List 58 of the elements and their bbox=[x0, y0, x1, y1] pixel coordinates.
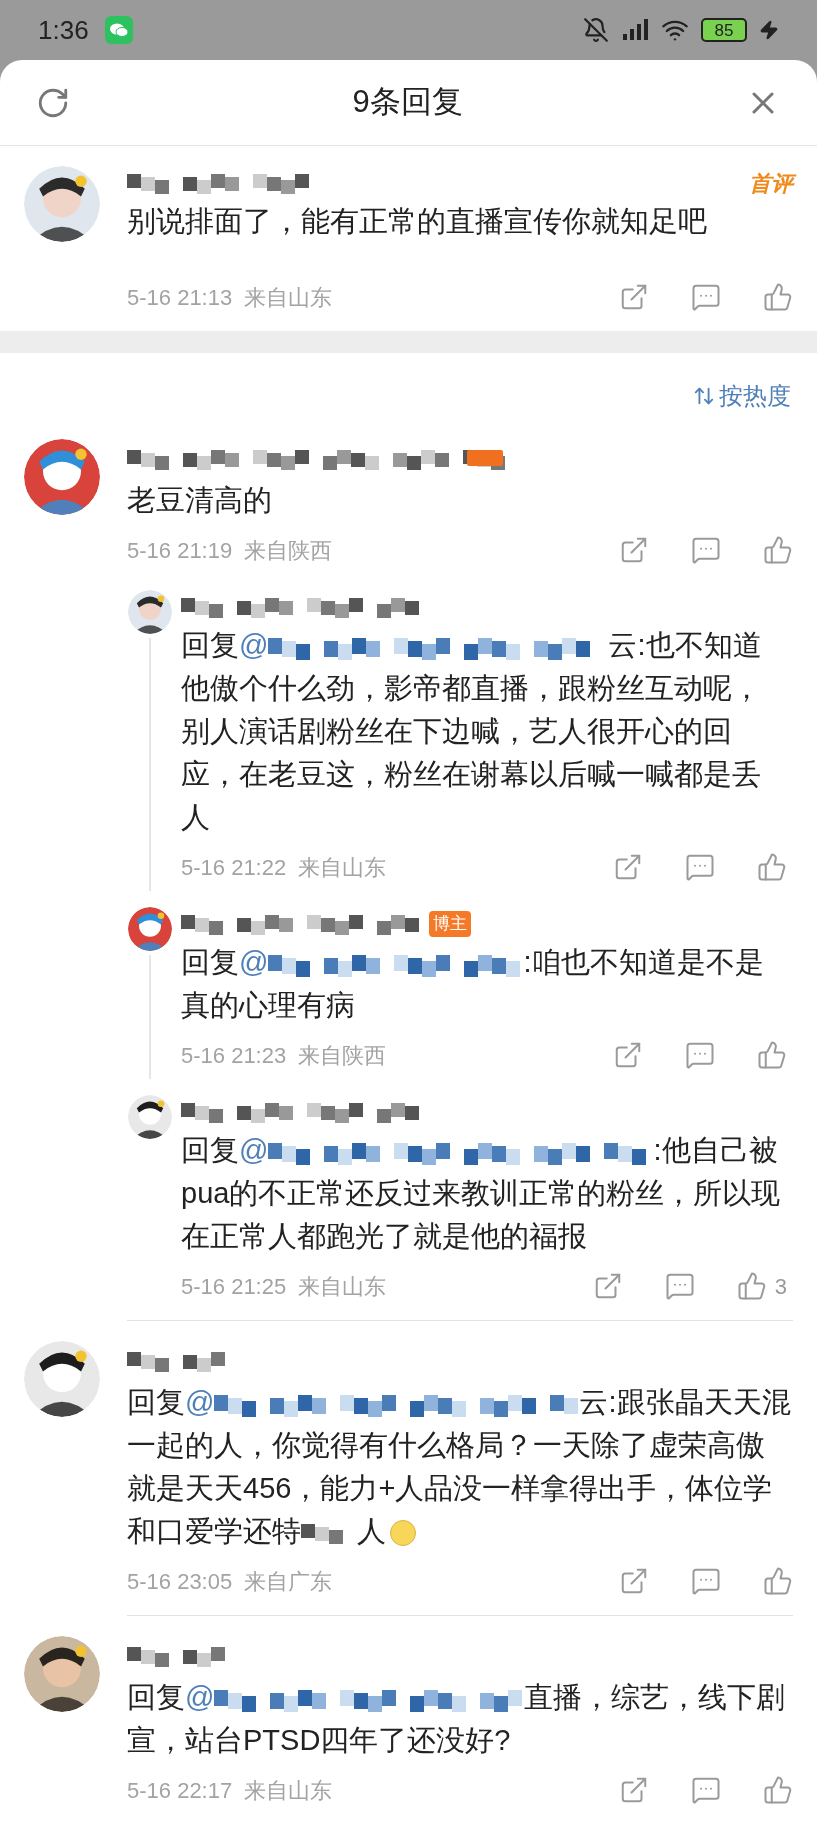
status-time: 1:36 bbox=[38, 13, 89, 47]
mention-link[interactable]: @ bbox=[239, 1134, 654, 1166]
mention-link[interactable]: @ bbox=[239, 629, 609, 661]
charging-icon bbox=[759, 20, 779, 40]
mute-icon bbox=[583, 17, 609, 43]
comment-time: 5-16 21:22 bbox=[181, 853, 287, 882]
share-icon[interactable] bbox=[619, 535, 649, 565]
comment-icon[interactable] bbox=[691, 1775, 721, 1805]
comment-location: 来自山东 bbox=[244, 283, 333, 312]
share-icon[interactable] bbox=[613, 852, 643, 882]
comment-time: 5-16 23:05 bbox=[127, 1567, 233, 1596]
comment-location: 来自山东 bbox=[298, 853, 387, 882]
emoji-icon bbox=[390, 1520, 416, 1547]
signal-icon bbox=[621, 18, 649, 42]
comment-text: 回复@ 云:也不知道他傲个什么劲，影帝都直播，跟粉丝互动呢，别人演话剧粉丝在下边喊，艺人很开心的回应，在老豆这，粉丝在谢幕以后喊一喊都是丢人 bbox=[181, 628, 763, 835]
mention-link[interactable]: @ bbox=[185, 1386, 580, 1418]
like-icon[interactable] bbox=[736, 1271, 767, 1301]
comment-time: 5-16 21:13 bbox=[127, 283, 233, 312]
comment-location: 来自广东 bbox=[244, 1567, 333, 1596]
sort-icon bbox=[693, 385, 715, 407]
like-icon[interactable] bbox=[757, 852, 787, 882]
comment-location: 来自陕西 bbox=[244, 536, 333, 565]
comment-text: 老豆清高的 bbox=[127, 483, 273, 518]
like-icon[interactable] bbox=[763, 1566, 793, 1596]
comment-time: 5-16 21:25 bbox=[181, 1272, 287, 1301]
comment-location: 来自山东 bbox=[244, 1776, 333, 1805]
like-icon[interactable] bbox=[763, 535, 793, 565]
like-icon[interactable] bbox=[757, 1040, 787, 1070]
comment-icon[interactable] bbox=[691, 535, 721, 565]
comment-icon[interactable] bbox=[691, 282, 721, 312]
comment-time: 5-16 21:23 bbox=[181, 1041, 287, 1070]
comment-text: 回复@ :咱也不知道是不是真的心理有病 bbox=[181, 945, 765, 1023]
share-icon[interactable] bbox=[619, 1566, 649, 1596]
like-count: 3 bbox=[774, 1272, 787, 1301]
share-icon[interactable] bbox=[613, 1040, 643, 1070]
battery-indicator: 85 bbox=[701, 18, 747, 42]
wechat-icon bbox=[104, 16, 133, 44]
comment-icon[interactable] bbox=[691, 1566, 721, 1596]
comment-text: 回复@ :他自己被pua的不正常还反过来教训正常的粉丝，所以现在正常人都跑光了就是他的福报 bbox=[181, 1133, 782, 1254]
share-icon[interactable] bbox=[619, 1775, 649, 1805]
mention-link[interactable]: @ bbox=[185, 1681, 525, 1713]
comment-text: 回复@ 云:跟张晶天天混一起的人，你觉得有什么格局？一天除了虚荣高傲就是天天456，能力+人品没一样拿得出手，体位学和口爱学还特 人 bbox=[127, 1385, 792, 1549]
comment-time: 5-16 21:19 bbox=[127, 536, 233, 565]
comment-location: 来自陕西 bbox=[298, 1041, 387, 1070]
comment-time: 5-16 22:17 bbox=[127, 1776, 233, 1805]
comment-icon[interactable] bbox=[685, 852, 715, 882]
author-badge: 博主 bbox=[429, 911, 471, 937]
comment-text: 回复@ 直播，综艺，线下剧宣，站台PTSD四年了还没好? bbox=[127, 1680, 787, 1758]
comment-icon[interactable] bbox=[664, 1271, 695, 1301]
comment-location: 来自山东 bbox=[298, 1272, 387, 1301]
header-title: 9条回复 bbox=[351, 83, 464, 122]
share-icon[interactable] bbox=[619, 282, 649, 312]
comment-text: 别说排面了，能有正常的直播宣传你就知足吧 bbox=[127, 204, 708, 239]
mention-link[interactable]: @ bbox=[239, 946, 524, 978]
sort-button[interactable]: 按热度 bbox=[693, 378, 791, 414]
comment-icon[interactable] bbox=[685, 1040, 715, 1070]
like-icon[interactable] bbox=[763, 282, 793, 312]
like-icon[interactable] bbox=[763, 1775, 793, 1805]
